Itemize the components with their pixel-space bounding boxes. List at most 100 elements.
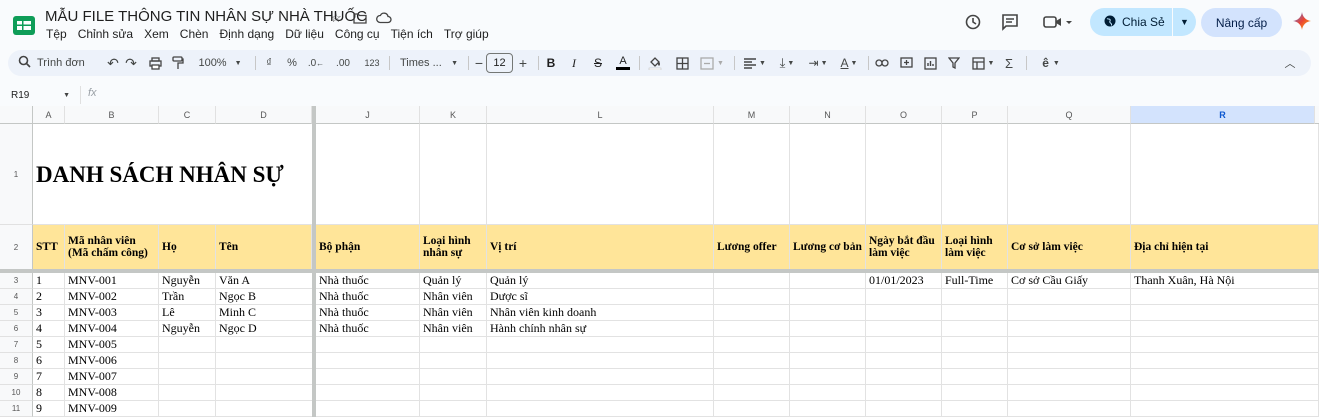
- data-cell[interactable]: Nhà thuốc: [316, 273, 420, 289]
- data-cell[interactable]: [159, 337, 216, 353]
- header-cell[interactable]: Loại hình làm việc: [942, 225, 1008, 270]
- column-header[interactable]: L: [487, 106, 714, 124]
- text-wrapping-icon[interactable]: ⇥ ▼: [803, 50, 833, 76]
- document-title[interactable]: MẪU FILE THÔNG TIN NHÂN SỰ NHÀ THUỐC: [45, 8, 367, 25]
- text-rotation-icon[interactable]: A ▼: [834, 50, 864, 76]
- data-cell[interactable]: [1008, 369, 1131, 385]
- column-header[interactable]: C: [159, 106, 216, 124]
- upgrade-button[interactable]: Nâng cấp: [1201, 8, 1282, 37]
- data-cell[interactable]: Nhân viên: [420, 289, 487, 305]
- data-cell[interactable]: [1008, 385, 1131, 401]
- sheets-logo-icon[interactable]: [12, 10, 36, 42]
- data-cell[interactable]: [790, 401, 866, 417]
- data-cell[interactable]: [1008, 337, 1131, 353]
- header-cell[interactable]: Lương offer: [714, 225, 790, 270]
- name-box[interactable]: R19 ▼: [8, 86, 74, 104]
- collapse-toolbar-icon[interactable]: ︿: [1280, 50, 1300, 76]
- data-cell[interactable]: [866, 321, 942, 337]
- share-button[interactable]: Chia Sẻ ▼: [1090, 8, 1196, 36]
- data-cell[interactable]: [1008, 305, 1131, 321]
- data-cell[interactable]: [714, 337, 790, 353]
- menu-data[interactable]: Dữ liệu: [285, 27, 329, 41]
- data-cell[interactable]: [866, 289, 942, 305]
- data-cell[interactable]: Nhà thuốc: [316, 321, 420, 337]
- data-cell[interactable]: [159, 353, 216, 369]
- share-dropdown-icon[interactable]: ▼: [1173, 17, 1196, 27]
- data-cell[interactable]: MNV-004: [65, 321, 159, 337]
- data-cell[interactable]: [942, 401, 1008, 417]
- data-cell[interactable]: [487, 369, 714, 385]
- data-cell[interactable]: Văn A: [216, 273, 312, 289]
- more-formats-button[interactable]: 123: [360, 50, 384, 76]
- data-cell[interactable]: Nhà thuốc: [316, 305, 420, 321]
- data-cell[interactable]: [942, 321, 1008, 337]
- cell[interactable]: [714, 124, 790, 225]
- row-header[interactable]: 9: [0, 369, 33, 385]
- data-cell[interactable]: 01/01/2023: [866, 273, 942, 289]
- frozen-rows-divider[interactable]: [0, 269, 1319, 273]
- data-cell[interactable]: [714, 321, 790, 337]
- font-size-input[interactable]: 12: [486, 53, 513, 73]
- cell[interactable]: [420, 124, 487, 225]
- column-header[interactable]: P: [942, 106, 1008, 124]
- data-cell[interactable]: MNV-007: [65, 369, 159, 385]
- data-cell[interactable]: Ngọc B: [216, 289, 312, 305]
- increase-font-size-button[interactable]: +: [515, 50, 531, 76]
- data-cell[interactable]: [866, 337, 942, 353]
- data-cell[interactable]: Nhân viên kinh doanh: [487, 305, 714, 321]
- data-cell[interactable]: [420, 401, 487, 417]
- fill-color-icon[interactable]: [646, 50, 664, 76]
- cell[interactable]: [1131, 124, 1319, 225]
- row-header[interactable]: 10: [0, 385, 33, 401]
- data-cell[interactable]: [790, 369, 866, 385]
- data-cell[interactable]: [714, 353, 790, 369]
- data-cell[interactable]: [420, 369, 487, 385]
- column-header[interactable]: B: [65, 106, 159, 124]
- font-family-select[interactable]: Times ... ▼: [394, 50, 464, 76]
- menu-tools[interactable]: Công cụ: [335, 27, 385, 41]
- data-cell[interactable]: [159, 369, 216, 385]
- menu-format[interactable]: Định dạng: [219, 27, 279, 41]
- data-cell[interactable]: [316, 385, 420, 401]
- data-cell[interactable]: Nhân viên: [420, 305, 487, 321]
- row-header[interactable]: 5: [0, 305, 33, 321]
- data-cell[interactable]: [942, 337, 1008, 353]
- data-cell[interactable]: Lê: [159, 305, 216, 321]
- row-header[interactable]: 7: [0, 337, 33, 353]
- column-header-selected[interactable]: R: [1131, 106, 1315, 124]
- cell[interactable]: [1008, 124, 1131, 225]
- data-cell[interactable]: [1008, 289, 1131, 305]
- strikethrough-icon[interactable]: S: [590, 50, 606, 76]
- column-header[interactable]: D: [216, 106, 312, 124]
- data-cell[interactable]: [216, 353, 312, 369]
- borders-icon[interactable]: [673, 50, 691, 76]
- vertical-align-icon[interactable]: ⤓ ▼: [772, 50, 802, 76]
- data-cell[interactable]: [1131, 401, 1319, 417]
- data-cell[interactable]: [790, 305, 866, 321]
- data-cell[interactable]: [316, 401, 420, 417]
- decrease-decimal-button[interactable]: .0 ←: [305, 50, 327, 76]
- menu-search[interactable]: Trình đơn: [18, 50, 100, 76]
- insert-link-icon[interactable]: [872, 50, 892, 76]
- data-cell[interactable]: [1131, 337, 1319, 353]
- data-cell[interactable]: [942, 289, 1008, 305]
- data-cell[interactable]: [1131, 369, 1319, 385]
- data-cell[interactable]: [714, 289, 790, 305]
- data-cell[interactable]: MNV-001: [65, 273, 159, 289]
- column-header[interactable]: K: [420, 106, 487, 124]
- data-cell[interactable]: [216, 369, 312, 385]
- data-cell[interactable]: [714, 273, 790, 289]
- data-cell[interactable]: MNV-003: [65, 305, 159, 321]
- filter-icon[interactable]: [944, 50, 964, 76]
- data-cell[interactable]: 1: [33, 273, 65, 289]
- data-cell[interactable]: [942, 369, 1008, 385]
- header-cell[interactable]: Ngày bắt đầu làm việc: [866, 225, 942, 270]
- header-cell[interactable]: Họ: [159, 225, 216, 270]
- menu-insert[interactable]: Chèn: [180, 27, 214, 41]
- data-cell[interactable]: 7: [33, 369, 65, 385]
- menu-edit[interactable]: Chỉnh sửa: [78, 27, 138, 41]
- data-cell[interactable]: [420, 385, 487, 401]
- data-cell[interactable]: [216, 337, 312, 353]
- data-cell[interactable]: MNV-002: [65, 289, 159, 305]
- data-cell[interactable]: [942, 353, 1008, 369]
